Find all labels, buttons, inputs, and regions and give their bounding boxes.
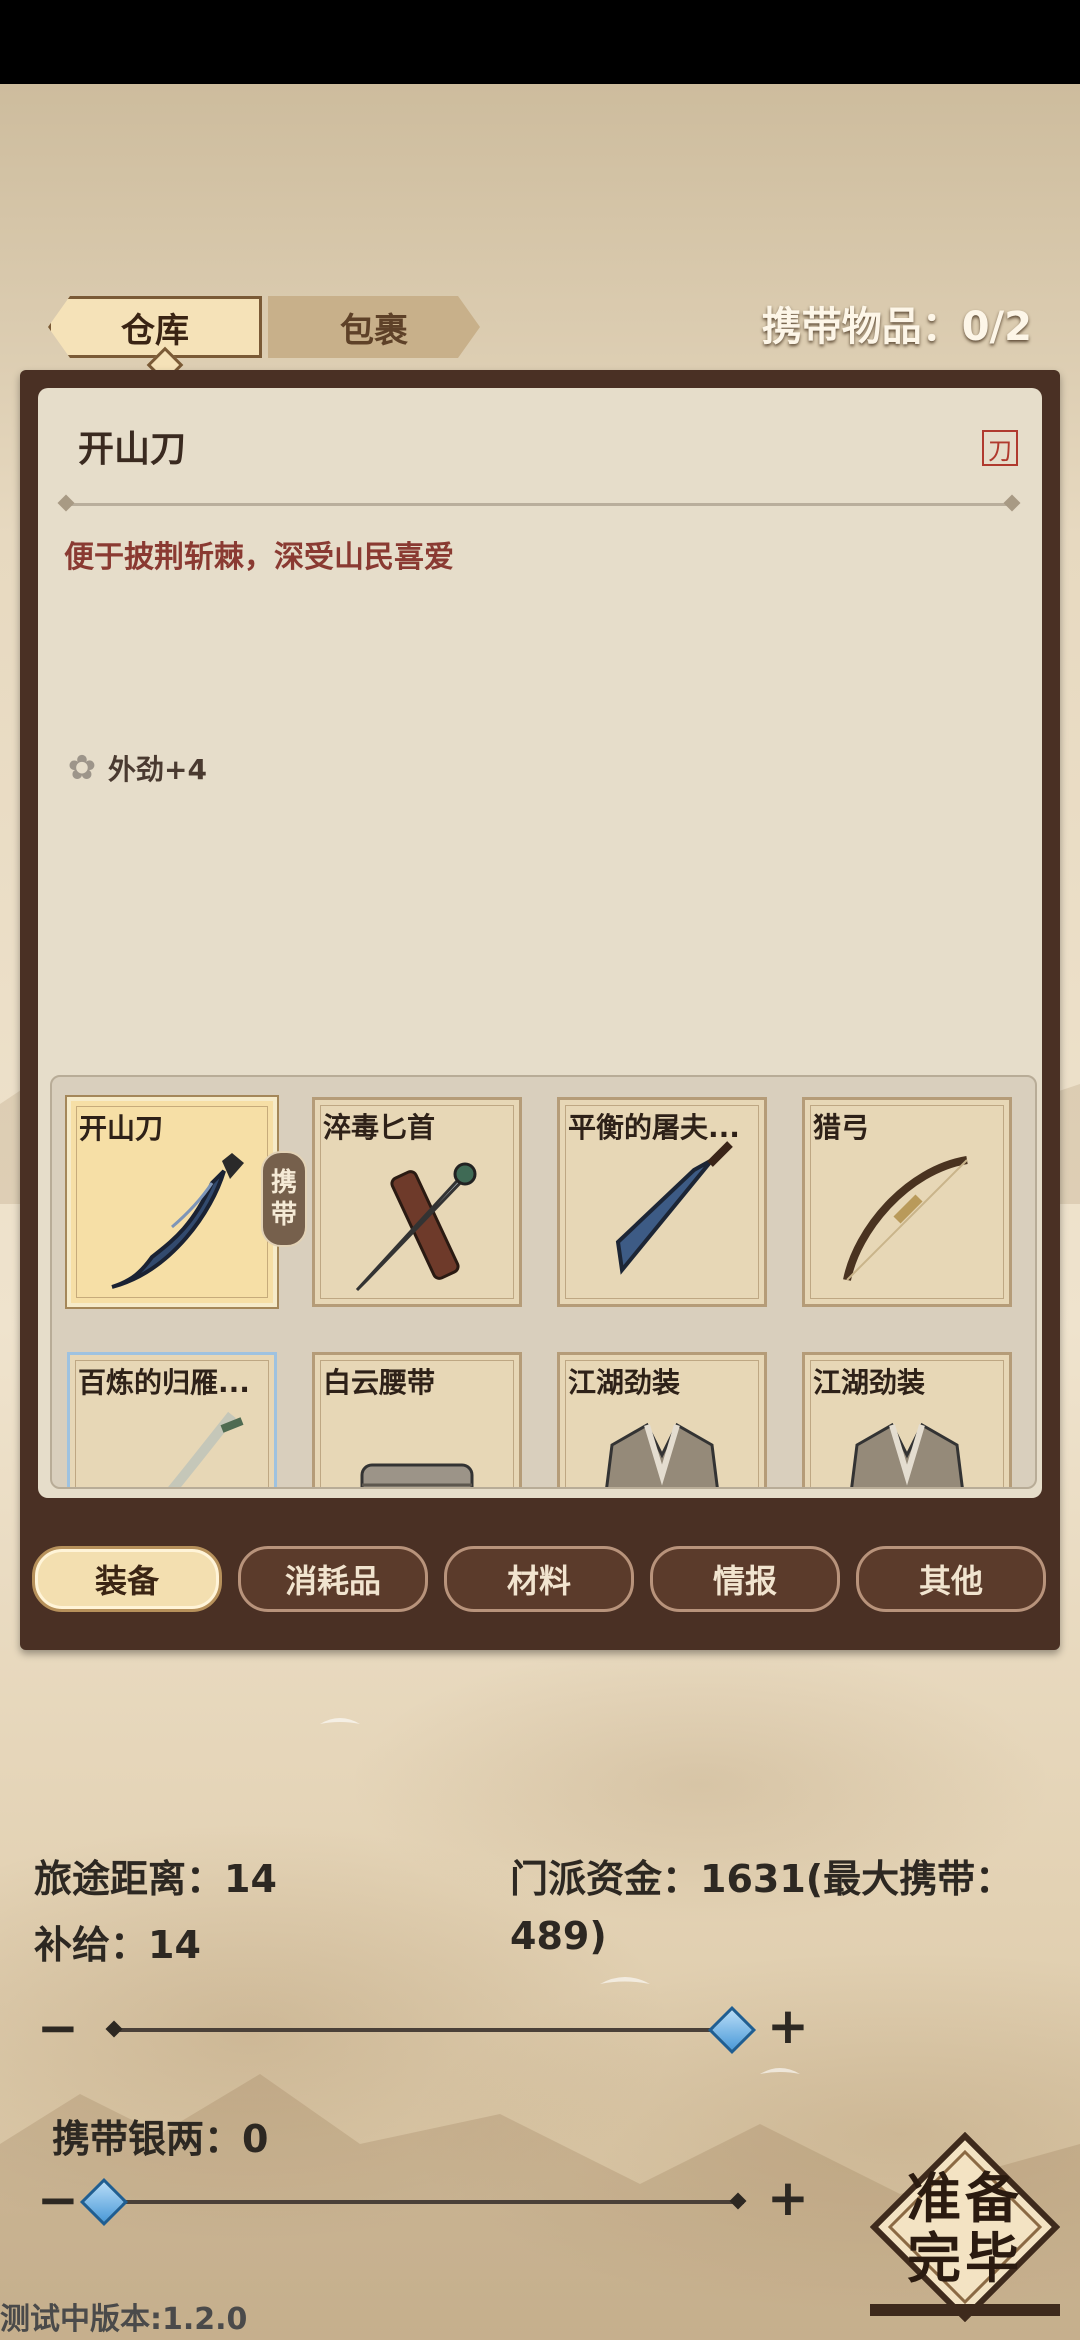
item-slot[interactable]: 平衡的屠夫... (557, 1097, 767, 1307)
category-materials[interactable]: 材料 (444, 1546, 634, 1612)
flower-icon: ✿ (67, 748, 97, 788)
item-name: 江湖劲装 (568, 1366, 681, 1399)
tab-bag[interactable]: 包裹 (268, 296, 480, 358)
sect-funds-max: 489) (510, 1914, 607, 1958)
silver-label: 携带银两：0 (52, 2117, 269, 2161)
category-intel[interactable]: 情报 (650, 1546, 840, 1612)
item-slot[interactable]: 江湖劲装 (557, 1352, 767, 1487)
ready-line2: 完毕 (907, 2226, 1023, 2290)
ready-line1: 准备 (907, 2166, 1023, 2230)
item-stat: ✿ 外劲+4 (64, 748, 207, 788)
item-name: 猎弓 (813, 1111, 870, 1144)
machete-icon (111, 1153, 244, 1289)
item-description: 便于披荆斩棘，深受山民喜爱 (64, 540, 454, 575)
tab-warehouse[interactable]: 仓库 (48, 296, 262, 358)
carried-badge: 携带 (261, 1151, 307, 1247)
item-slot[interactable]: 猎弓 (802, 1097, 1012, 1307)
item-name: 平衡的屠夫... (568, 1111, 740, 1144)
item-slot[interactable]: 百炼的归雁... (67, 1352, 277, 1487)
item-name: 淬毒匕首 (323, 1111, 436, 1144)
stat-text: 外劲+4 (108, 753, 207, 786)
supply-slider-track[interactable] (114, 2028, 732, 2032)
sect-funds: 门派资金：1631(最大携带： (510, 1857, 1014, 1901)
cleaver-icon (615, 1141, 733, 1275)
supply-plus-button[interactable]: + (766, 2001, 810, 2051)
divider (64, 503, 1014, 506)
item-title: 开山刀 (78, 429, 187, 470)
item-name: 白云腰带 (323, 1366, 436, 1399)
carry-count: 携带物品：0/2 (761, 304, 1032, 350)
supply-minus-button[interactable]: − (36, 2003, 80, 2053)
item-slot[interactable]: 淬毒匕首 (312, 1097, 522, 1307)
status-bar (0, 0, 1080, 84)
item-slot[interactable]: 江湖劲装 (802, 1352, 1012, 1487)
item-name: 开山刀 (79, 1112, 164, 1145)
journey-distance: 旅途距离：14 (34, 1857, 277, 1901)
ready-button-label[interactable]: 准备 完毕 (880, 2168, 1050, 2288)
silver-slider-track[interactable] (104, 2200, 744, 2204)
dagger-icon (355, 1162, 477, 1292)
category-equipment[interactable]: 装备 (32, 1546, 222, 1612)
item-name: 江湖劲装 (813, 1366, 926, 1399)
category-consumables[interactable]: 消耗品 (238, 1546, 428, 1612)
item-slot[interactable]: 白云腰带 (312, 1352, 522, 1487)
category-other[interactable]: 其他 (856, 1546, 1046, 1612)
item-slot[interactable]: 开山刀 携带 (67, 1097, 307, 1307)
silver-plus-button[interactable]: + (766, 2173, 810, 2223)
item-name: 百炼的归雁... (78, 1366, 250, 1399)
weapon-type-tag: 刀 (982, 430, 1018, 466)
version-label: 测试中版本:1.2.0 (0, 2302, 248, 2337)
supply-count: 补给：14 (34, 1923, 201, 1967)
item-grid[interactable]: 开山刀 携带 淬毒匕首 平衡的屠夫... 猎弓 百炼的归雁... 白云腰带 江湖… (50, 1075, 1037, 1489)
silver-minus-button[interactable]: − (36, 2175, 80, 2225)
bow-icon (843, 1156, 968, 1281)
